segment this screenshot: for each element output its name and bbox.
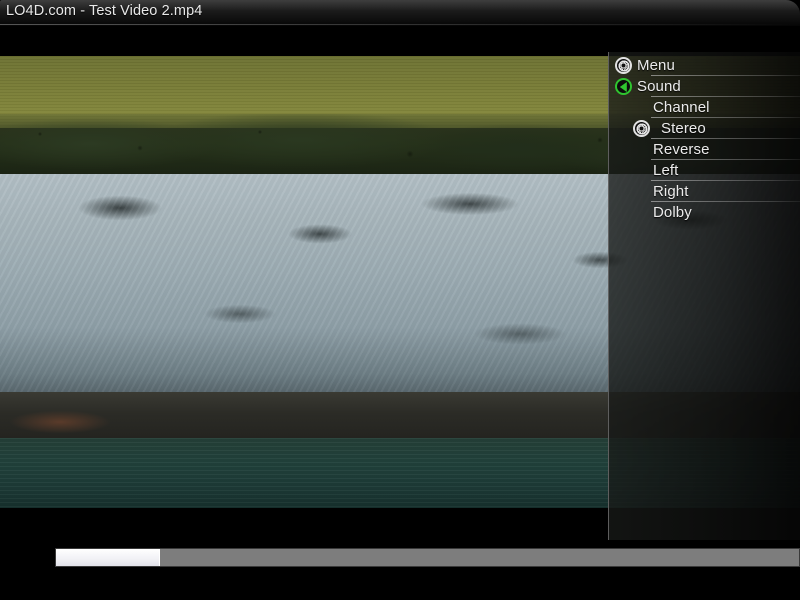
menu-item-stereo[interactable]: Stereo <box>609 118 800 139</box>
video-stage[interactable]: Menu Sound Channel Stereo Reverse Left R… <box>0 26 800 540</box>
menu-item-right[interactable]: Right <box>609 181 800 202</box>
menu-item-label: Sound <box>637 78 681 95</box>
title-bar-divider <box>0 24 800 25</box>
menu-item-sound[interactable]: Sound <box>609 76 800 97</box>
gear-icon <box>633 120 650 137</box>
sound-menu-panel[interactable]: Menu Sound Channel Stereo Reverse Left R… <box>608 52 800 540</box>
menu-item-label: Channel <box>653 99 710 116</box>
menu-item-label: Right <box>653 183 689 200</box>
menu-item-label: Dolby <box>653 204 692 221</box>
speaker-icon <box>615 78 632 95</box>
title-bar[interactable]: LO4D.com - Test Video 2.mp4 <box>0 0 800 26</box>
menu-item-label: Stereo <box>661 120 706 137</box>
gear-icon <box>615 57 632 74</box>
menu-item-reverse[interactable]: Reverse <box>609 139 800 160</box>
seek-slider[interactable] <box>55 548 800 567</box>
menu-item-left[interactable]: Left <box>609 160 800 181</box>
menu-item-channel[interactable]: Channel <box>609 97 800 118</box>
seek-progress-fill <box>56 549 161 566</box>
menu-item-menu[interactable]: Menu <box>609 55 800 76</box>
control-bar: Audio Volume: 100% C 00:00:30/00:03:35 L… <box>0 540 800 600</box>
menu-item-label: Menu <box>637 57 675 74</box>
menu-item-label: Left <box>653 162 679 179</box>
window-title: LO4D.com - Test Video 2.mp4 <box>6 3 203 19</box>
media-player-window: LO4D.com - Test Video 2.mp4 Menu Sound C… <box>0 0 800 600</box>
menu-item-label: Reverse <box>653 141 710 158</box>
menu-item-dolby[interactable]: Dolby <box>609 202 800 223</box>
